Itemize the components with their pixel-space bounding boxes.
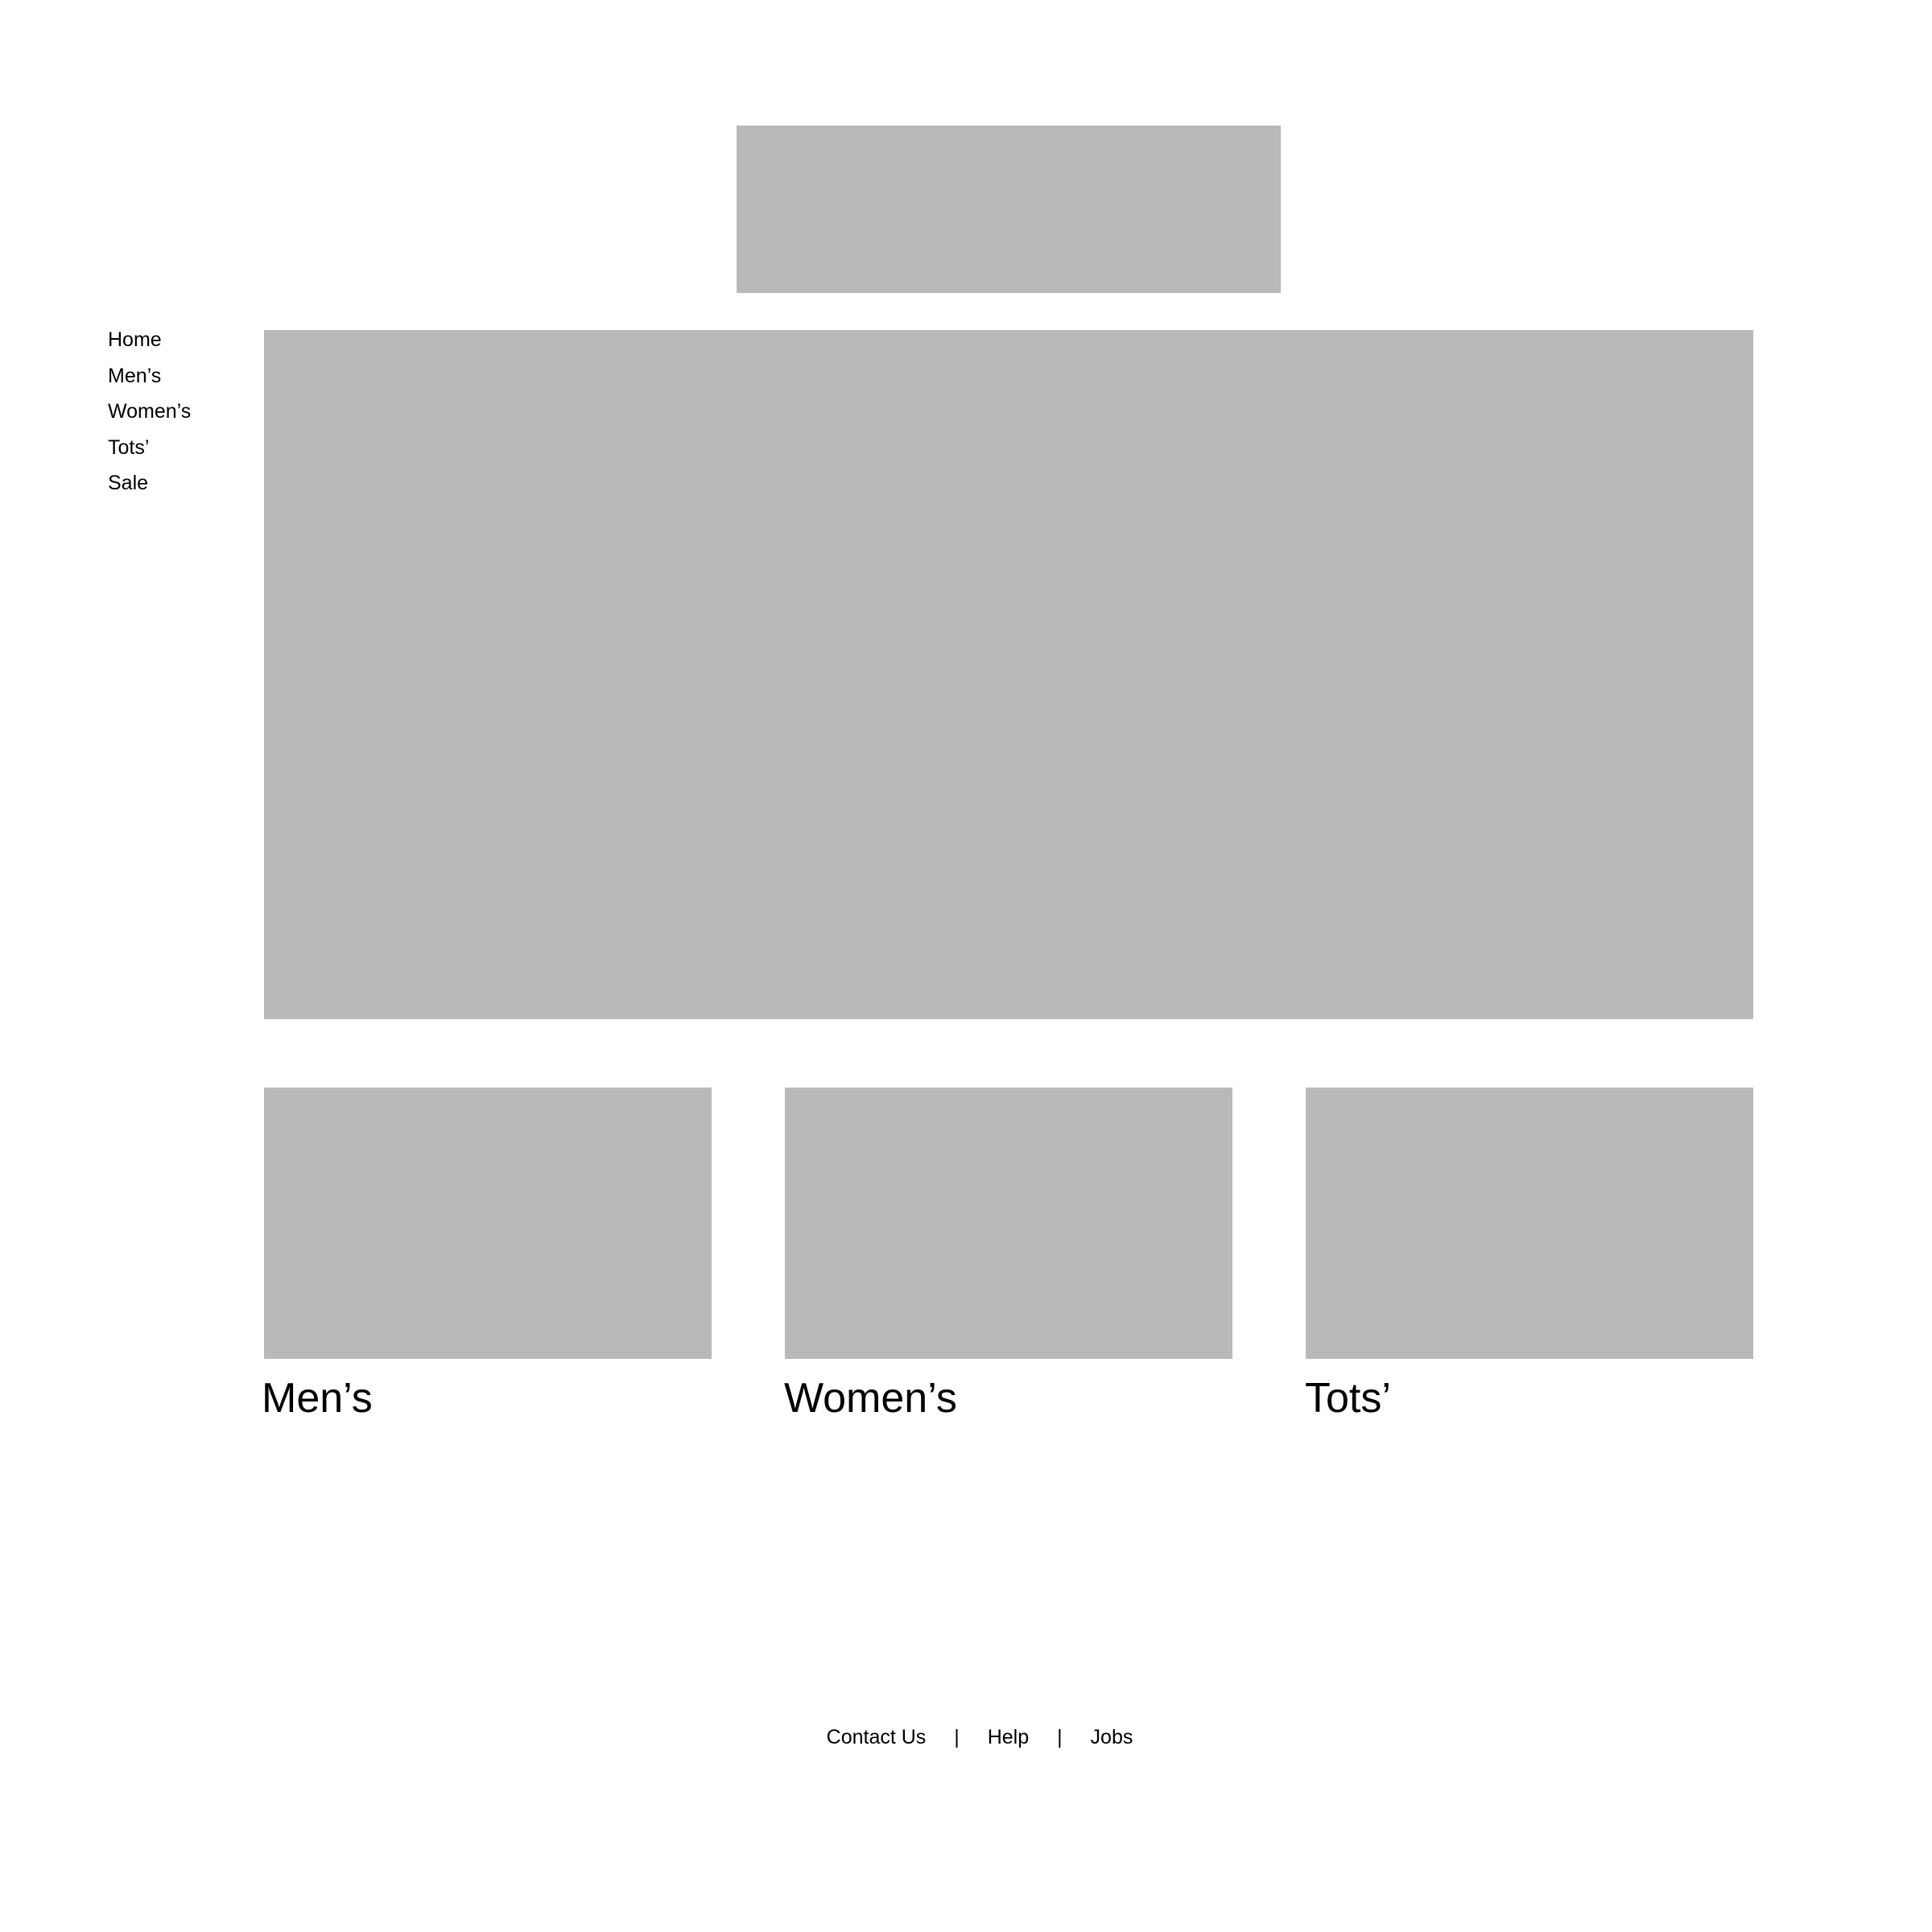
category-card-tots-image[interactable]: [1306, 1088, 1753, 1359]
side-navigation: Home Men’s Women’s Tots’ Sale: [108, 322, 191, 502]
nav-item-sale[interactable]: Sale: [108, 465, 191, 502]
category-card-mens-title[interactable]: Men’s: [262, 1373, 373, 1423]
footer-separator: |: [1057, 1726, 1063, 1748]
nav-item-tots[interactable]: Tots’: [108, 430, 191, 466]
category-card-tots-title[interactable]: Tots’: [1305, 1373, 1391, 1423]
category-card-womens-title[interactable]: Women’s: [784, 1373, 957, 1423]
category-card-womens-image[interactable]: [785, 1088, 1232, 1359]
logo-placeholder[interactable]: [737, 126, 1281, 293]
footer-link-jobs[interactable]: Jobs: [1091, 1726, 1133, 1748]
footer-link-help[interactable]: Help: [988, 1726, 1029, 1748]
hero-image-placeholder: [264, 330, 1753, 1019]
footer-separator: |: [954, 1726, 960, 1748]
nav-item-mens[interactable]: Men’s: [108, 358, 191, 394]
footer-link-contact-us[interactable]: Contact Us: [827, 1726, 927, 1748]
nav-item-home[interactable]: Home: [108, 322, 191, 358]
category-card-mens-image[interactable]: [264, 1088, 712, 1359]
footer-links: Contact Us | Help | Jobs: [0, 1721, 1932, 1753]
nav-item-womens[interactable]: Women’s: [108, 394, 191, 430]
